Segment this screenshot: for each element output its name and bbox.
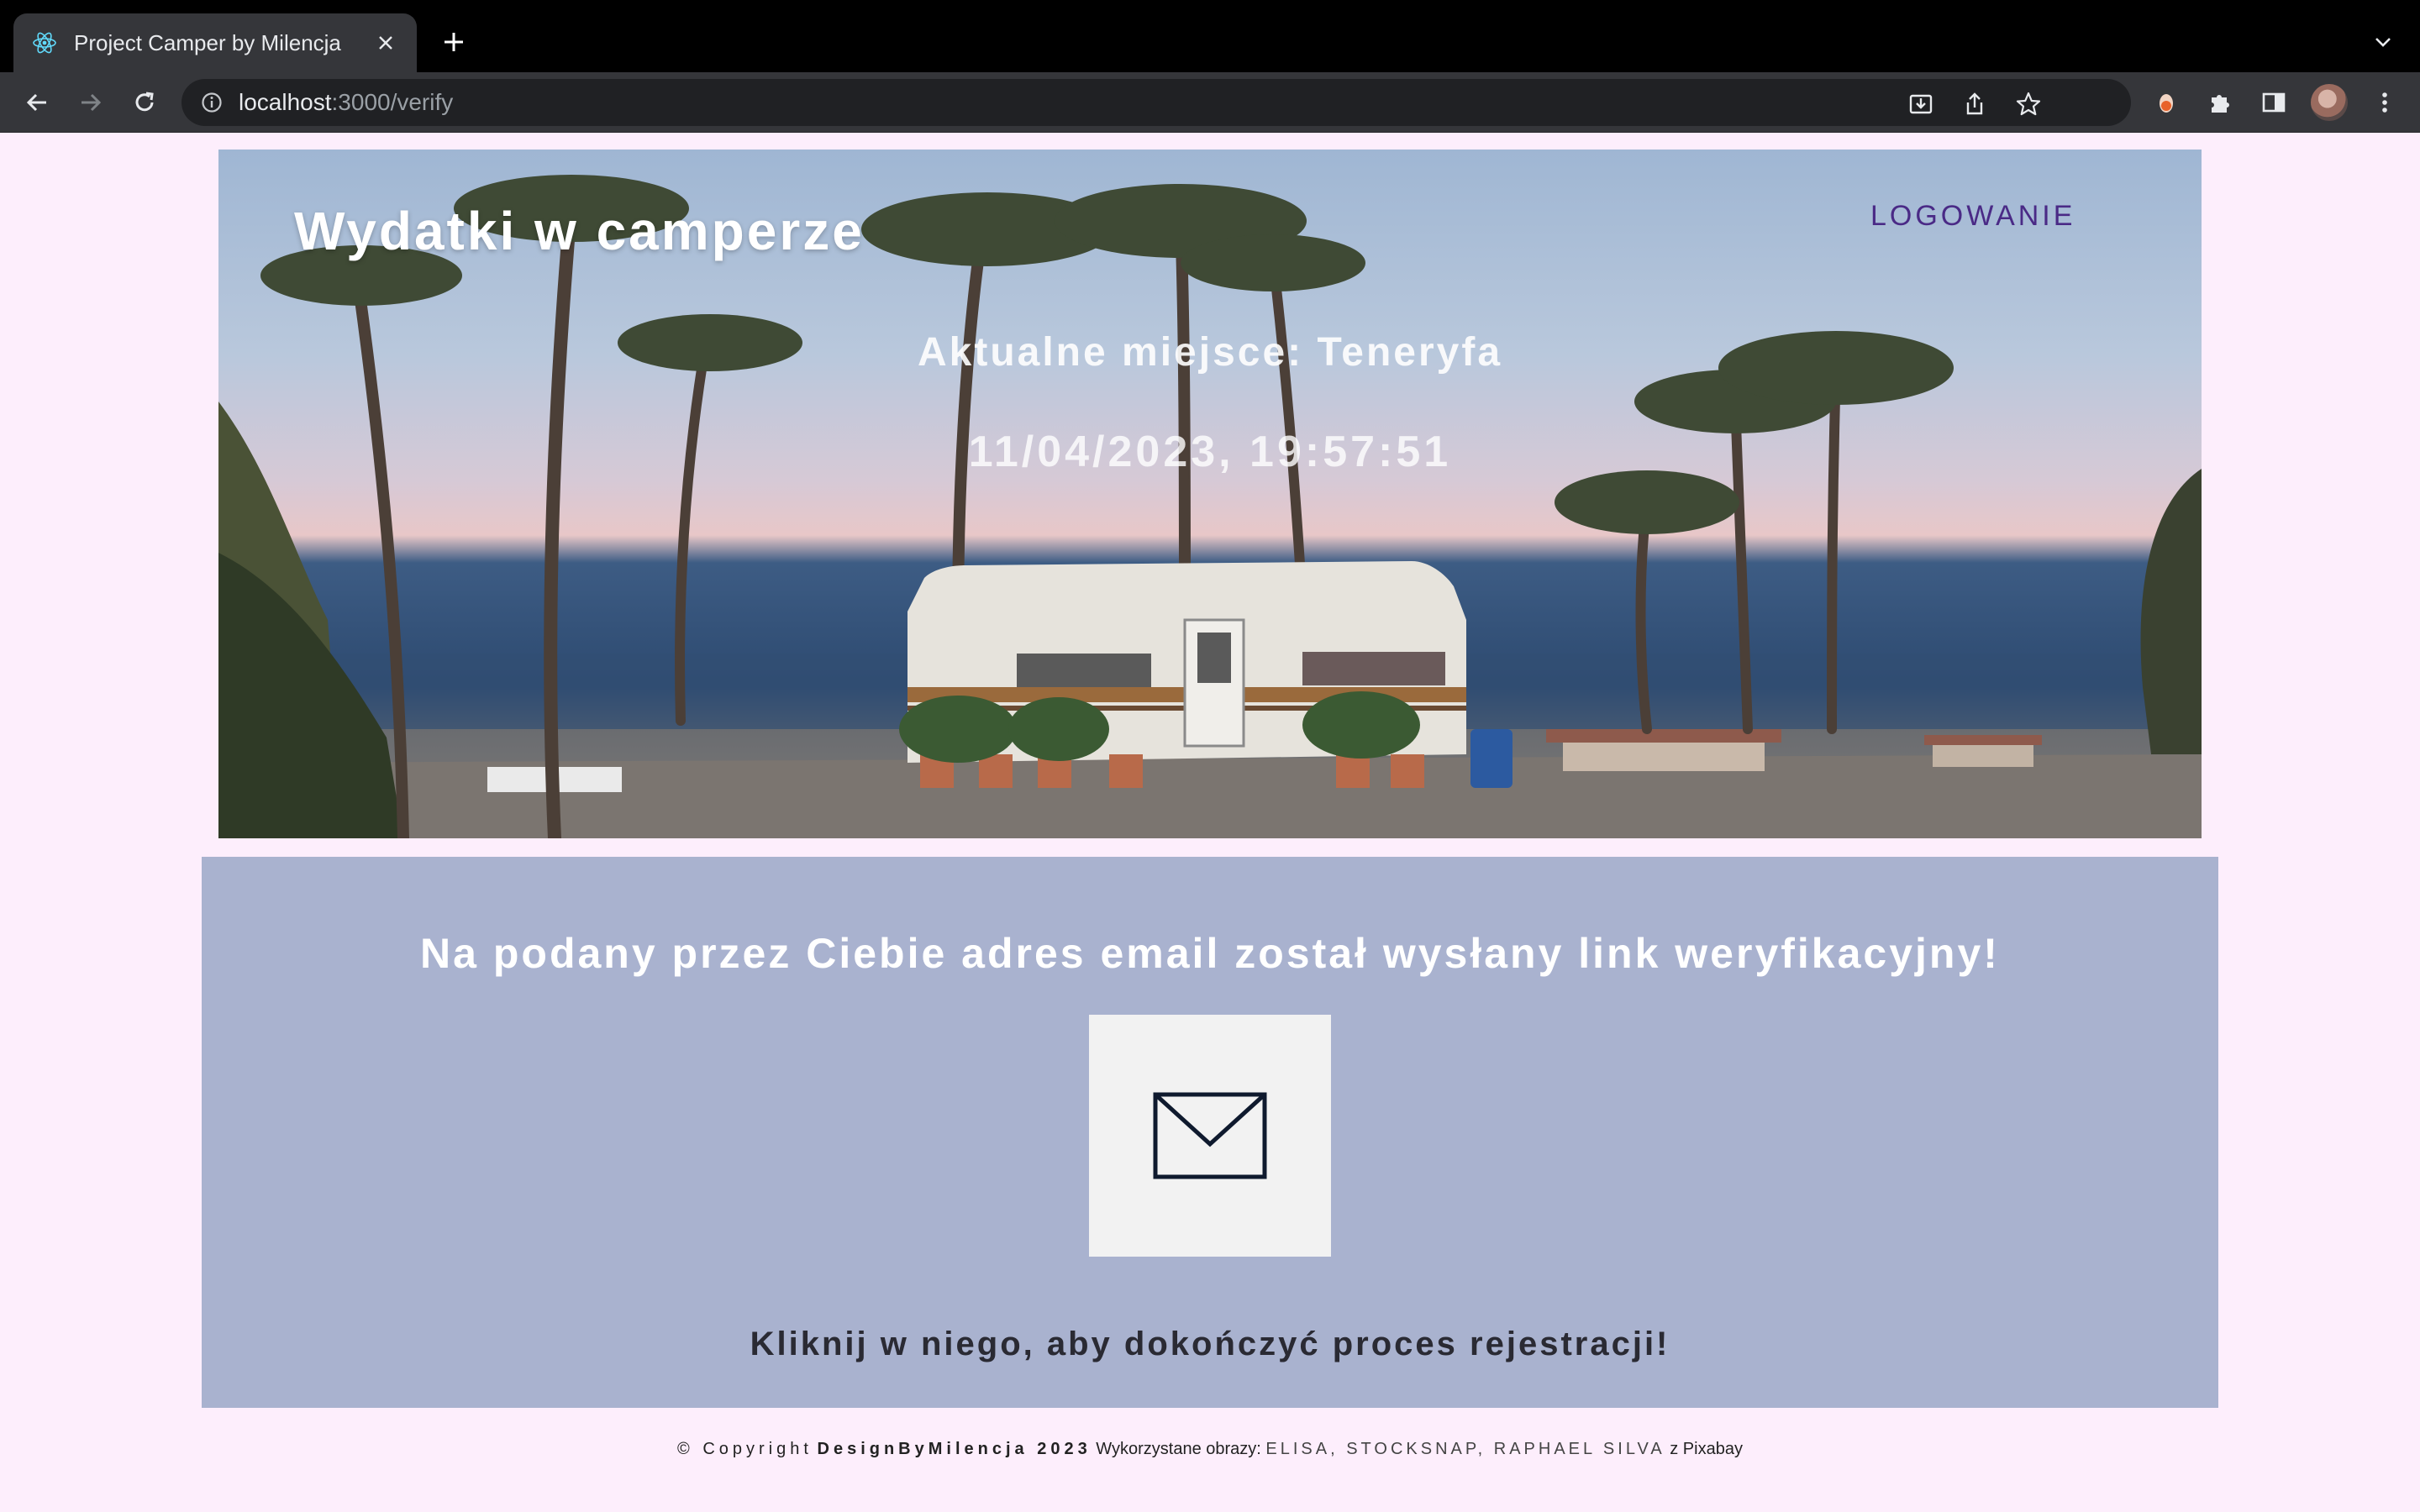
extension-orange-icon[interactable] [2149, 86, 2183, 119]
browser-tab[interactable]: Project Camper by Milencja [13, 13, 417, 72]
info-icon[interactable] [198, 89, 225, 116]
footer: © Copyright DesignByMilencja 2023 Wykorz… [0, 1440, 2420, 1459]
address-bar[interactable]: localhost:3000/verify [182, 79, 2131, 126]
install-app-icon[interactable] [1906, 89, 1936, 119]
extensions-puzzle-icon[interactable] [2203, 86, 2237, 119]
verification-heading: Na podany przez Ciebie adres email zosta… [420, 930, 2000, 977]
footer-copyright: © Copyright [677, 1440, 813, 1458]
chevron-down-icon[interactable] [2366, 25, 2400, 59]
envelope-icon [1153, 1092, 1267, 1179]
side-panel-icon[interactable] [2257, 86, 2291, 119]
current-location: Aktualne miejsce: Teneryfa [917, 330, 1503, 375]
reload-icon[interactable] [126, 84, 163, 121]
close-icon[interactable] [373, 30, 398, 55]
profile-avatar[interactable] [2311, 84, 2348, 121]
new-tab-icon[interactable] [437, 25, 471, 59]
tab-title: Project Camper by Milencja [74, 29, 341, 55]
url-host: localhost [239, 89, 332, 115]
verification-instruction: Kliknij w niego, aby dokończyć proces re… [750, 1326, 1670, 1362]
footer-image-credits: ELISA, STOCKSNAP, RAPHAEL SILVA [1265, 1440, 1665, 1458]
envelope-icon-tile [1089, 1015, 1331, 1257]
kebab-menu-icon[interactable] [2368, 86, 2402, 119]
login-link[interactable]: LOGOWANIE [1870, 200, 2075, 233]
footer-source-link[interactable]: Pixabay [1683, 1440, 1743, 1458]
bookmark-star-icon[interactable] [2013, 89, 2044, 119]
verification-panel: Na podany przez Ciebie adres email zosta… [202, 857, 2218, 1408]
back-arrow-icon[interactable] [18, 84, 55, 121]
footer-brand: DesignByMilencja 2023 [817, 1440, 1092, 1458]
current-datetime: 11/04/2023, 19:57:51 [968, 428, 1452, 476]
page-title: Wydatki w camperze [294, 201, 865, 261]
url-path: :3000/verify [331, 89, 454, 115]
footer-source-prefix: z [1670, 1440, 1679, 1458]
forward-arrow-icon[interactable] [72, 84, 109, 121]
hero-banner: Wydatki w camperze LOGOWANIE Aktualne mi… [218, 150, 2202, 838]
browser-toolbar: localhost:3000/verify [0, 72, 2420, 133]
browser-tab-bar: Project Camper by Milencja [0, 0, 2420, 72]
share-icon[interactable] [1960, 89, 1990, 119]
page-content: Wydatki w camperze LOGOWANIE Aktualne mi… [0, 133, 2420, 1512]
footer-images-prefix: Wykorzystane obrazy: [1096, 1440, 1261, 1458]
react-icon [32, 30, 57, 55]
